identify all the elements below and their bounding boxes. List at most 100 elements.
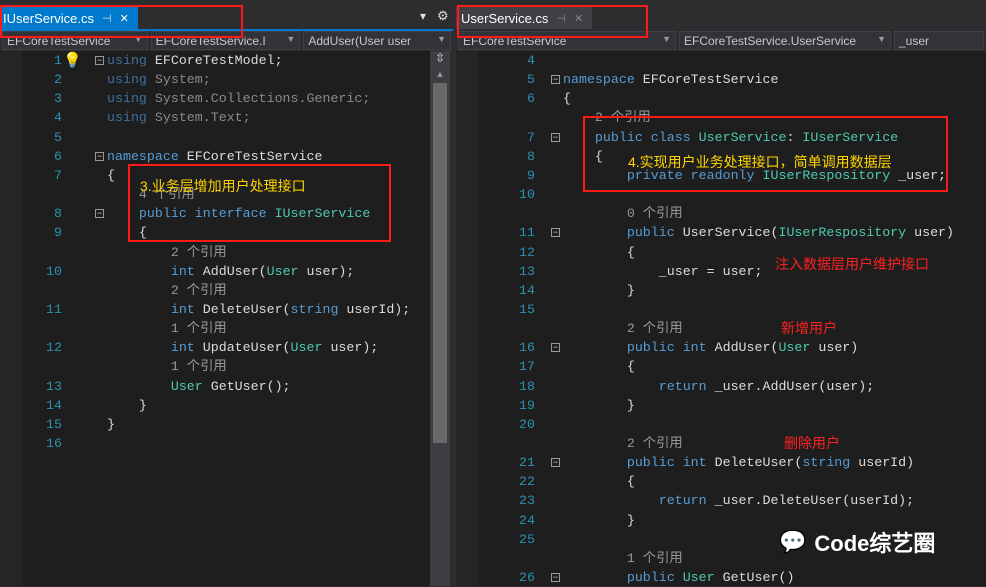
vertical-scrollbar[interactable]: ⇳ ▲: [430, 51, 450, 586]
code-token: GetUser(): [714, 570, 795, 586]
gear-icon[interactable]: ⚙: [437, 8, 449, 24]
code-text: }: [563, 511, 635, 530]
code-token: {: [107, 167, 115, 183]
line-number: 13: [46, 378, 62, 394]
code-text: User GetUser();: [107, 377, 291, 396]
collapse-icon[interactable]: −: [95, 209, 104, 219]
collapse-icon[interactable]: −: [551, 458, 560, 468]
line-number: 11: [46, 301, 62, 317]
code-token: GetUser();: [202, 378, 291, 394]
codelens-references[interactable]: 2 个引用: [107, 245, 227, 260]
code-token: return: [563, 493, 715, 509]
member-dropdown[interactable]: AddUser(User user ▼: [303, 31, 451, 50]
code-token: user): [906, 225, 955, 241]
collapse-icon[interactable]: −: [551, 343, 560, 353]
code-text: {: [563, 357, 635, 376]
code-text: namespace EFCoreTestService: [107, 147, 322, 166]
code-token: using: [107, 91, 155, 107]
code-token: _user.AddUser(user);: [714, 378, 875, 394]
left-gutter: [0, 51, 22, 586]
chevron-down-icon: ▼: [662, 34, 671, 44]
code-line: 3 using System.Collections.Generic;: [22, 89, 430, 108]
code-line: 12 int UpdateUser(User user);: [22, 338, 430, 357]
codelens-references[interactable]: 2 个引用: [563, 436, 683, 451]
code-token: }: [563, 397, 635, 413]
lightbulb-icon[interactable]: 💡: [63, 51, 82, 69]
line-number: 24: [519, 512, 535, 528]
code-token: EFCoreTestModel;: [154, 53, 283, 68]
code-text: 2 个引用: [107, 281, 227, 300]
watermark-text: Code综艺圈: [814, 531, 936, 556]
line-number: 2: [54, 72, 62, 88]
collapse-icon[interactable]: −: [551, 573, 560, 583]
left-editor-pane: IUserService.cs ⊣ ✕ ▾ ⚙ EFCoreTestServic…: [0, 0, 453, 586]
collapse-icon[interactable]: −: [551, 75, 560, 85]
scroll-up-icon[interactable]: ▲: [430, 69, 450, 79]
line-number: 13: [519, 263, 535, 279]
line-number: 4: [54, 110, 62, 126]
collapse-icon[interactable]: −: [551, 132, 560, 142]
code-token: User: [107, 378, 203, 394]
codelens-references[interactable]: 2 个引用: [563, 321, 683, 336]
code-token: User: [778, 340, 811, 356]
code-line: 15: [478, 300, 986, 319]
code-token: user);: [322, 340, 379, 356]
line-number: 19: [519, 397, 535, 413]
code-line: 23 return _user.DeleteUser(userId);: [478, 491, 986, 510]
code-token: AddUser(: [714, 340, 779, 356]
code-line: 16 public int AddUser(User user) −: [478, 338, 986, 357]
codelens-references[interactable]: 0 个引用: [563, 206, 683, 221]
line-number: 1: [54, 53, 62, 68]
annotation-inject: 注入数据层用户维护接口: [775, 256, 929, 272]
line-number: 10: [519, 187, 535, 203]
codelens-references[interactable]: 2 个引用: [107, 283, 227, 298]
code-text: using System.Text;: [107, 108, 251, 127]
line-number: 8: [527, 148, 535, 164]
scroll-thumb[interactable]: [433, 83, 447, 443]
collapse-icon[interactable]: −: [95, 56, 104, 65]
annotation-note: 3.业务层增加用户处理接口: [140, 178, 306, 194]
code-token: string: [802, 455, 851, 471]
collapse-icon[interactable]: −: [551, 228, 560, 238]
codelens-references[interactable]: 1 个引用: [563, 551, 683, 566]
code-token: System.Text;: [154, 110, 251, 126]
line-number: 10: [46, 263, 62, 279]
code-token: {: [563, 359, 635, 375]
code-line: 2 using System;: [22, 70, 430, 89]
code-line: 26 public User GetUser() −: [478, 568, 986, 587]
code-text: 2 个引用: [563, 434, 683, 453]
code-token: }: [563, 282, 635, 298]
codelens-references[interactable]: 1 个引用: [107, 359, 227, 374]
code-line: 4: [478, 51, 986, 70]
code-token: user);: [298, 263, 355, 279]
code-token: namespace: [563, 72, 643, 88]
code-text: int AddUser(User user);: [107, 262, 355, 281]
split-icon[interactable]: ⇳: [430, 51, 450, 69]
code-token: System;: [154, 72, 211, 88]
line-number: 23: [519, 493, 535, 509]
code-token: EFCoreTestService: [642, 72, 779, 88]
chevron-down-icon: ▼: [877, 34, 886, 44]
code-text: using EFCoreTestModel;: [107, 51, 283, 70]
code-token: EFCoreTestService: [186, 148, 323, 164]
tab-list-dropdown-icon[interactable]: ▾: [420, 9, 426, 23]
member-dropdown[interactable]: _user: [894, 31, 984, 50]
left-code-editor[interactable]: 1 using EFCoreTestModel; −2 using System; 3 u…: [22, 51, 430, 586]
annotation-delete-user: 删除用户: [784, 435, 840, 451]
code-text: }: [107, 396, 147, 415]
codelens-references[interactable]: 1 个引用: [107, 321, 227, 336]
collapse-icon[interactable]: −: [95, 151, 104, 161]
code-token: int: [107, 263, 203, 279]
type-dropdown[interactable]: EFCoreTestService.UserService ▼: [679, 31, 891, 50]
code-token: {: [563, 244, 635, 260]
code-token: public int: [563, 455, 715, 471]
line-number: 8: [54, 206, 62, 222]
code-line: 14 }: [478, 281, 986, 300]
code-text: using System.Collections.Generic;: [107, 89, 370, 108]
code-line: 21 public int DeleteUser(string userId) −: [478, 453, 986, 472]
line-number: 25: [519, 531, 535, 547]
code-line: 11 int DeleteUser(string userId);: [22, 300, 430, 319]
code-token: }: [563, 512, 635, 528]
code-token: _user = user;: [563, 263, 763, 279]
code-line: 11 public UserService(IUserRespository u…: [478, 223, 986, 242]
